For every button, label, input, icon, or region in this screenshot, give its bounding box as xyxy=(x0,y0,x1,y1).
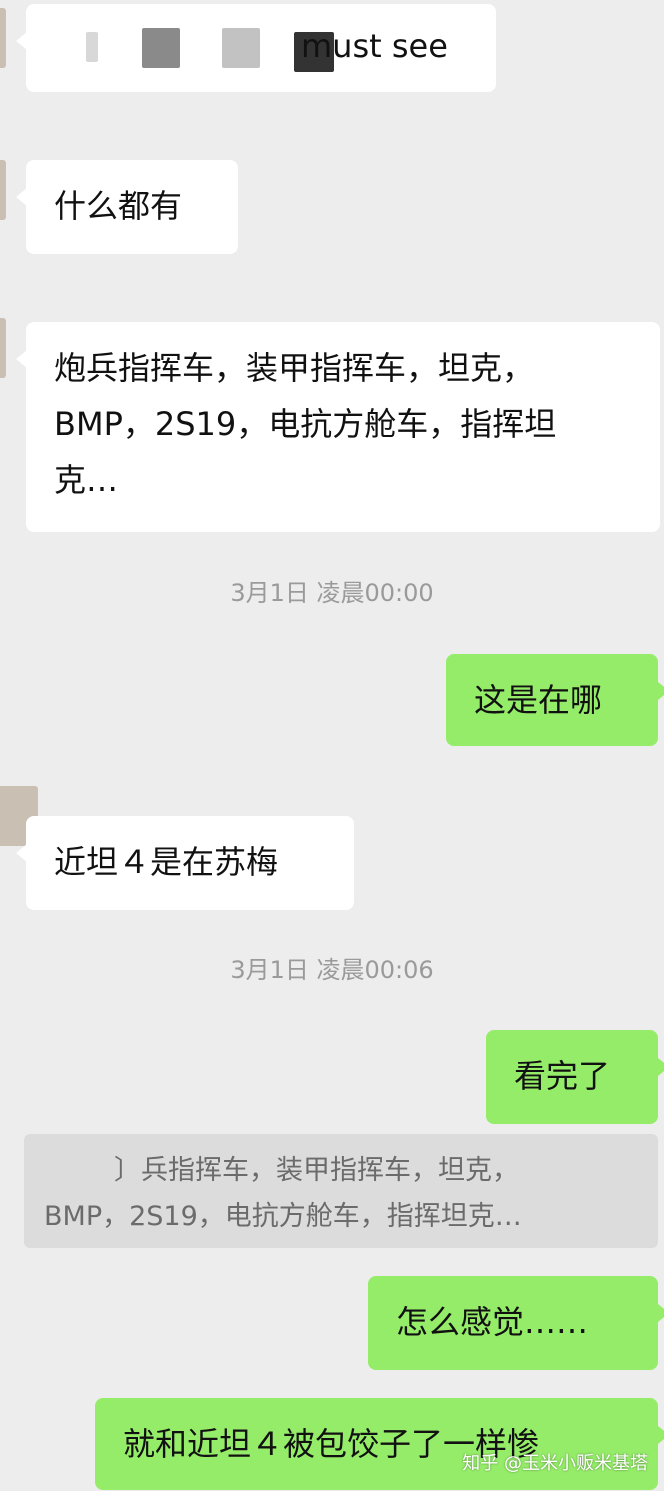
redacted-text-icon xyxy=(54,28,334,72)
watermark: 知乎 @玉米小贩米基塔 xyxy=(462,1449,648,1475)
timestamp: 3月1日 凌晨00:06 xyxy=(230,956,434,984)
message-bubble-incoming[interactable]: must see xyxy=(16,4,496,92)
blur-block xyxy=(142,28,180,68)
message-bubble-outgoing[interactable]: 怎么感觉…… xyxy=(368,1276,664,1370)
message-bubble-incoming[interactable]: 近坦４是在苏梅 xyxy=(16,816,354,910)
blur-block xyxy=(86,32,98,62)
message-bubble-incoming[interactable]: 什么都有 xyxy=(16,160,238,254)
watermark-text: 知乎 @玉米小贩米基塔 xyxy=(462,1453,648,1474)
quote-text-line: BMP，2S19，电抗方舱车，指挥坦克… xyxy=(44,1201,522,1232)
avatar[interactable] xyxy=(0,318,6,378)
message-text: 怎么感觉…… xyxy=(396,1303,589,1341)
timestamp: 3月1日 凌晨00:00 xyxy=(230,579,434,607)
message-text: 这是在哪 xyxy=(474,681,603,719)
quoted-message[interactable]: 〕兵指挥车，装甲指挥车，坦克， BMP，2S19，电抗方舱车，指挥坦克… xyxy=(24,1134,658,1248)
message-bubble-outgoing[interactable]: 看完了 xyxy=(486,1030,664,1124)
avatar[interactable] xyxy=(0,8,6,68)
chat-area: must see 什么都有 炮兵指挥车，装甲指挥车，坦克， BMP，2S19，电… xyxy=(0,0,664,1491)
message-text: 什么都有 xyxy=(54,187,183,225)
quote-text-line: 〕兵指挥车，装甲指挥车，坦克， xyxy=(114,1155,519,1186)
message-text: must see xyxy=(301,27,448,65)
message-bubble-outgoing[interactable]: 这是在哪 xyxy=(446,654,664,746)
message-text-line: 克… xyxy=(54,461,119,499)
blur-block xyxy=(222,28,260,68)
message-text: 近坦４是在苏梅 xyxy=(54,843,279,881)
message-text: 看完了 xyxy=(514,1057,611,1095)
message-text-line: 炮兵指挥车，装甲指挥车，坦克， xyxy=(54,349,535,387)
message-bubble-outgoing[interactable]: 就和近坦４被包饺子了一样惨 xyxy=(95,1398,664,1490)
avatar[interactable] xyxy=(0,160,6,220)
message-bubble-incoming[interactable]: 炮兵指挥车，装甲指挥车，坦克， BMP，2S19，电抗方舱车，指挥坦 克… xyxy=(16,322,660,532)
message-text-line: BMP，2S19，电抗方舱车，指挥坦 xyxy=(54,405,557,443)
